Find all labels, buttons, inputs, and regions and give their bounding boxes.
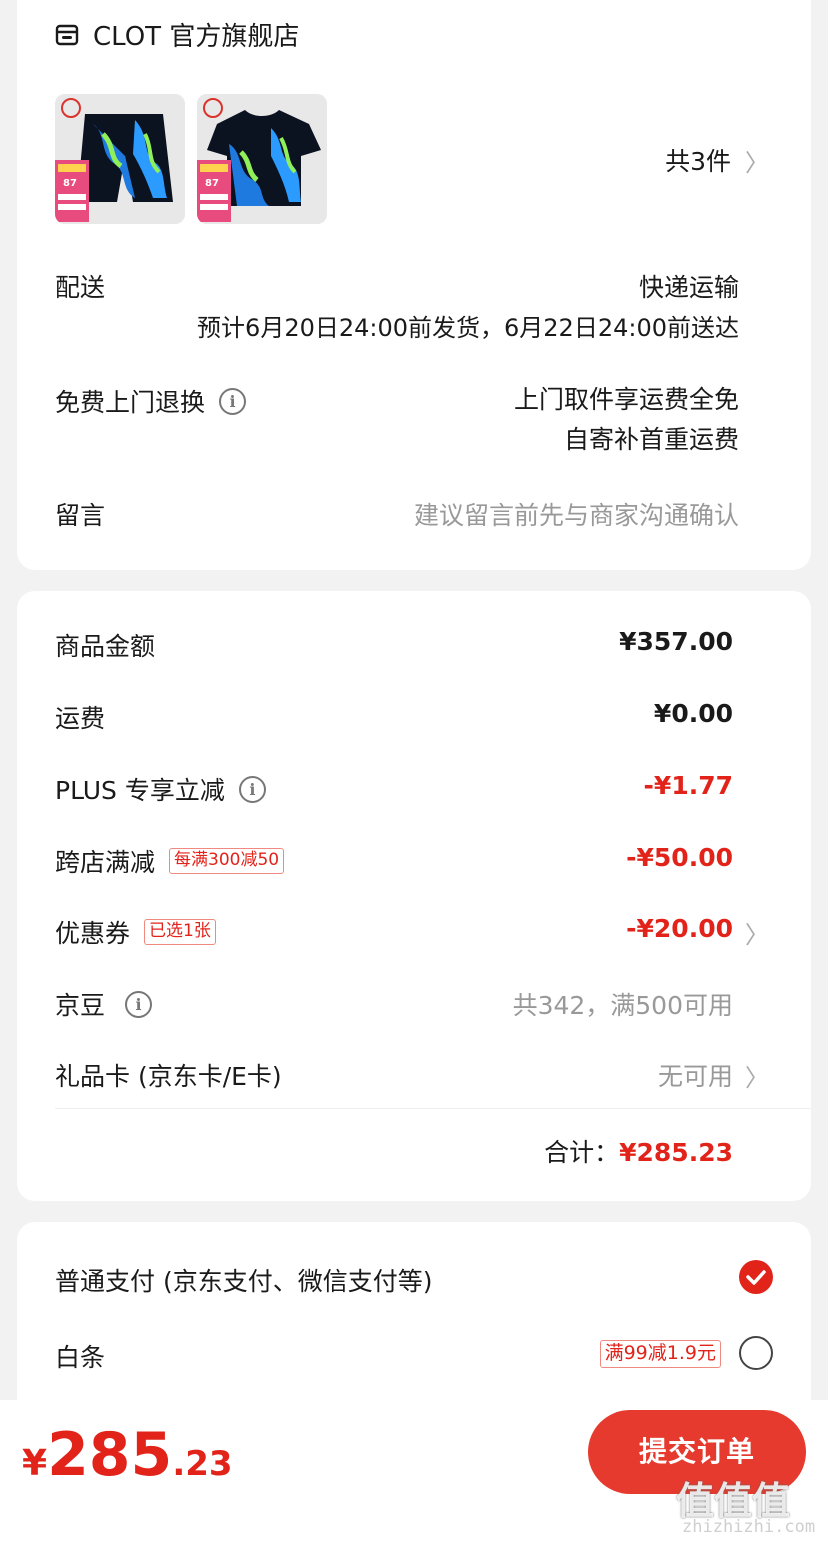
info-icon[interactable]: i [238,775,266,803]
message-input[interactable]: 建议留言前先与商家沟通确认 [414,496,739,532]
item-count-link[interactable]: 共3件 〉 [665,142,769,178]
store-name: CLOT 官方旗舰店 [93,22,300,52]
shipping-value: ¥0.00 [653,699,733,728]
coupon-tag: 已选1张 [144,919,216,945]
chevron-right-icon[interactable]: 〉 [745,1058,769,1093]
coupon-label: 优惠券 [55,919,131,948]
chevron-right-icon: 〉 [745,148,769,177]
info-icon[interactable]: i [219,387,247,415]
plus-value: -¥1.77 [643,771,733,800]
product-thumb-shorts[interactable]: 87 [55,94,185,224]
plus-label: PLUS 专享立减 [55,776,225,805]
watermark-url: zhizhizhi.com [682,1517,816,1537]
giftcard-value[interactable]: 无可用 [658,1057,733,1093]
total-label: 合计： [544,1138,620,1167]
footer-currency: ¥ [22,1443,48,1484]
divider [55,1108,811,1109]
baitiao-radio[interactable] [739,1336,773,1370]
returns-row: 免费上门退换 i [55,383,247,419]
thumb-badge: 87 [63,178,77,189]
normal-pay-label[interactable]: 普通支付 (京东支付、微信支付等) [55,1262,432,1298]
goods-amount-label: 商品金额 [55,632,156,661]
product-thumb-tshirt[interactable]: 87 [197,94,327,224]
coupon-row[interactable]: 优惠券 已选1张 [55,914,216,950]
returns-line1: 上门取件享运费全免 [513,385,739,414]
coupon-value[interactable]: -¥20.00 [626,914,733,943]
footer-price: ¥ 285 .23 [22,1424,233,1486]
jingdou-value: 共342，满500可用 [512,991,733,1020]
order-store-card: CLOT 官方旗舰店 87 87 共3件 〉 配送 快递运输 预计6月20日24… [17,0,811,570]
info-icon[interactable]: i [125,990,153,1018]
check-icon[interactable] [739,1260,773,1294]
cross-store-row: 跨店满减 每满300减50 [55,843,285,879]
store-header[interactable]: CLOT 官方旗舰店 [55,16,299,53]
amount-card: 商品金额 ¥357.00 运费 ¥0.00 PLUS 专享立减 i -¥1.77… [17,591,811,1201]
baitiao-label[interactable]: 白条 [55,1338,105,1374]
goods-amount-value: ¥357.00 [619,627,733,656]
baitiao-tag: 满99减1.9元 [599,1340,721,1368]
cross-store-tag: 每满300减50 [169,848,285,874]
jingdou-row: 京豆 i [55,986,153,1022]
chevron-right-icon[interactable]: 〉 [745,915,769,950]
jingdou-label: 京豆 [55,991,106,1020]
total-row: 合计： ¥285.23 [544,1133,733,1169]
shorts-product-icon [55,94,185,224]
thumb-badge: 87 [205,178,219,189]
returns-line2: 自寄补首重运费 [563,425,739,454]
delivery-method[interactable]: 快递运输 [639,268,739,304]
cross-store-label: 跨店满减 [55,848,156,877]
message-label: 留言 [55,501,106,530]
shipping-label: 运费 [55,704,106,733]
giftcard-label[interactable]: 礼品卡 (京东卡/E卡) [55,1057,282,1093]
delivery-label: 配送 [55,273,106,302]
returns-label: 免费上门退换 [55,388,206,417]
footer-price-int: 285 [47,1420,173,1490]
cross-store-value: -¥50.00 [626,843,733,872]
bottom-bar: ¥ 285 .23 提交订单 值值值 zhizhizhi.com [0,1400,828,1545]
footer-price-dec: .23 [172,1444,233,1484]
store-icon [55,23,79,47]
total-value: ¥285.23 [619,1138,733,1167]
plus-row: PLUS 专享立减 i [55,771,266,807]
tshirt-product-icon [197,94,327,224]
item-count: 共3件 [665,147,731,176]
delivery-eta: 预计6月20日24:00前发货，6月22日24:00前送达 [197,314,739,342]
payment-card: 普通支付 (京东支付、微信支付等) 白条 满99减1.9元 [17,1222,811,1422]
